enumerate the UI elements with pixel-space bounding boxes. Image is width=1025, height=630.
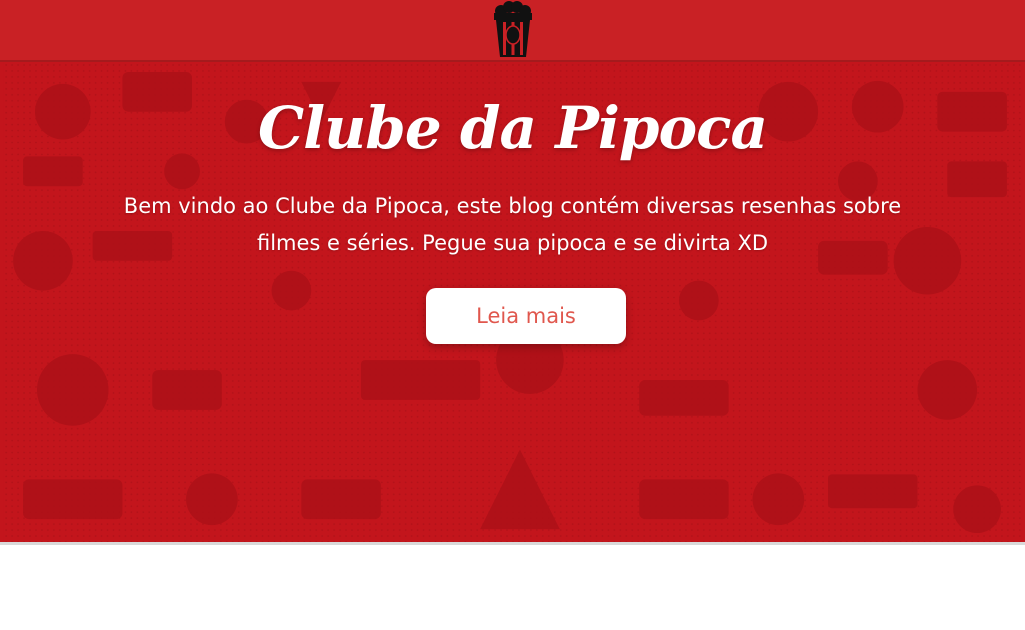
popcorn-bucket-icon <box>493 1 532 57</box>
site-logo-link[interactable] <box>491 0 535 60</box>
hero-banner: Clube da Pipoca Bem vindo ao Clube da Pi… <box>0 62 1025 545</box>
hero-content: Clube da Pipoca Bem vindo ao Clube da Pi… <box>0 62 1025 542</box>
content-area <box>0 545 1025 630</box>
read-more-button[interactable]: Leia mais <box>426 288 626 344</box>
hero-title: Clube da Pipoca <box>257 94 768 162</box>
top-navbar <box>0 0 1025 62</box>
hero-description: Bem vindo ao Clube da Pipoca, este blog … <box>123 194 902 255</box>
